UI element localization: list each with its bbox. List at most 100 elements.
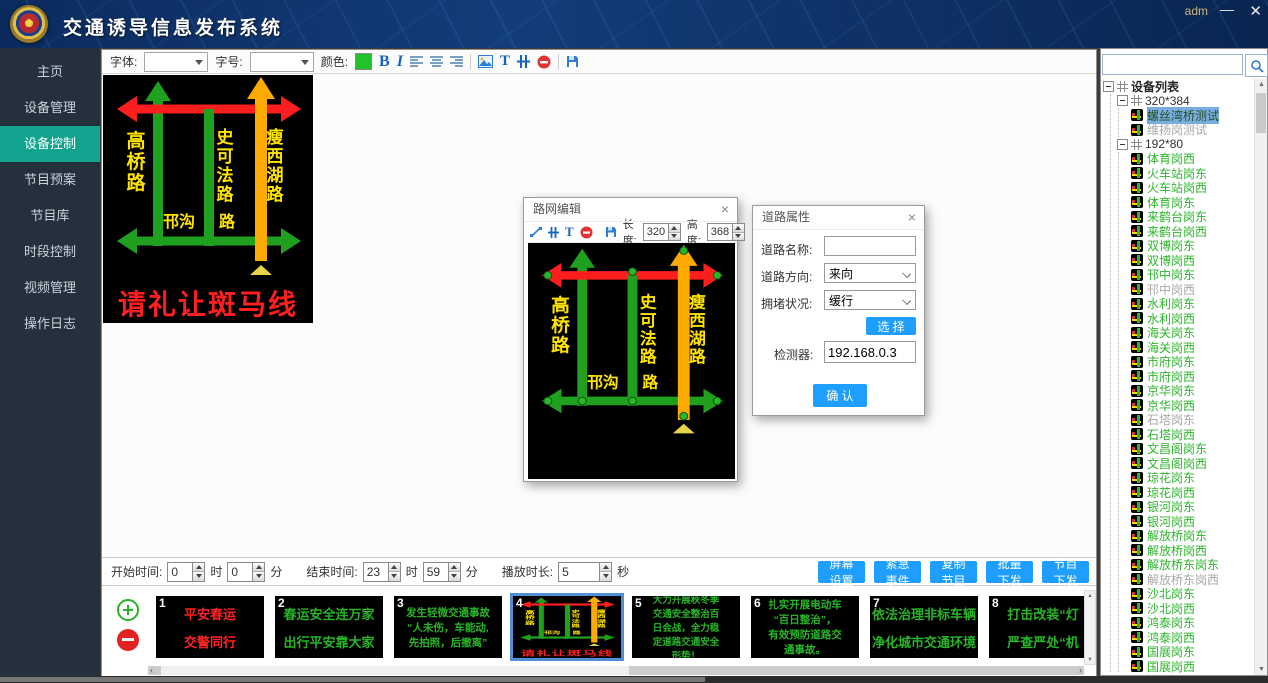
tree-device-维扬岗测试[interactable]: 维扬岗测试	[1119, 123, 1253, 138]
length-stepper[interactable]	[669, 223, 681, 241]
playlist-item-number: 4	[516, 596, 523, 610]
align-right-icon[interactable]	[450, 56, 463, 67]
delete-icon[interactable]	[580, 226, 593, 239]
scroll-right-icon[interactable]: ›	[1079, 665, 1082, 675]
confirm-button[interactable]: 确 认	[813, 384, 867, 407]
end-hour-input[interactable]: 23	[363, 562, 389, 582]
congestion-select[interactable]: 缓行	[824, 290, 916, 310]
tree-root-row[interactable]: 设备列表	[1103, 79, 1253, 94]
device-name[interactable]: 维扬岗测试	[1147, 121, 1207, 138]
playlist-item-text: 依法治理非标车辆净化城市交通环境	[870, 596, 978, 658]
playlist-item-number: 5	[635, 596, 642, 610]
road-direction-select[interactable]: 来向	[824, 263, 916, 283]
select-detector-button[interactable]: 选 择	[866, 317, 916, 335]
scroll-down-icon[interactable]: ▼	[1258, 666, 1265, 673]
height-input[interactable]: 368	[707, 223, 733, 241]
scroll-up-icon[interactable]: ▲	[1087, 592, 1093, 598]
font-dropdown[interactable]	[144, 52, 208, 72]
sidebar-item-7[interactable]: 视频管理	[0, 270, 100, 306]
playlist-item-8[interactable]: 8打击改装“灯严查严处“机	[989, 596, 1084, 658]
sidebar-item-5[interactable]: 节目库	[0, 198, 100, 234]
action-button-5[interactable]: 节目下发	[1042, 561, 1089, 583]
action-button-3[interactable]: 复制节目	[930, 561, 977, 583]
editor-toolbar: 字体: 字号: 颜色: B I T	[102, 50, 1096, 74]
playlist-item-5[interactable]: 5大力开展秋冬季交通安全整治百日会战，全力稳定道路交通安全形势！	[632, 596, 740, 658]
italic-button[interactable]: I	[397, 53, 403, 71]
close-icon[interactable]: ×	[721, 198, 729, 221]
tree-root-label[interactable]: 设备列表	[1131, 79, 1179, 95]
duration-stepper[interactable]	[600, 562, 612, 582]
text-tool-button[interactable]: T	[500, 53, 510, 70]
roadnet-canvas[interactable]: 高桥路史可法路瘦西湖路邗沟路	[528, 243, 735, 479]
device-search-input[interactable]	[1102, 54, 1243, 75]
scroll-up-icon[interactable]: ▲	[1258, 81, 1265, 88]
playlist-item-3[interactable]: 3发生轻微交通事故“人未伤，车能动,先拍照，后撤离”	[394, 596, 502, 658]
delete-icon[interactable]	[537, 55, 551, 69]
logged-in-user[interactable]: adm	[1185, 4, 1208, 18]
height-stepper[interactable]	[733, 223, 745, 241]
start-hour-stepper[interactable]	[193, 562, 205, 582]
playlist-item-2[interactable]: 2春运安全连万家出行平安靠大家	[275, 596, 383, 658]
scroll-down-icon[interactable]: ▼	[1087, 656, 1093, 662]
hour-unit-label: 时	[210, 563, 222, 580]
action-button-4[interactable]: 批量下发	[986, 561, 1033, 583]
sidebar-item-6[interactable]: 时段控制	[0, 234, 100, 270]
end-minute-input[interactable]: 59	[423, 562, 449, 582]
playlist-horizontal-scrollbar[interactable]: ‹ ›	[148, 666, 1084, 675]
tree-group-label[interactable]: 192*80	[1145, 137, 1183, 151]
action-button-2[interactable]: 紧急事件	[874, 561, 921, 583]
detector-input[interactable]	[824, 341, 916, 363]
duration-input[interactable]: 5	[558, 562, 600, 582]
window-horizontal-scrollbar[interactable]	[0, 676, 1268, 683]
expand-toggle-icon[interactable]	[1103, 81, 1114, 92]
sidebar-item-8[interactable]: 操作日志	[0, 306, 100, 342]
tree-device-国展岗西[interactable]: 国展岗西	[1119, 659, 1253, 673]
start-minute-input[interactable]: 0	[227, 562, 253, 582]
playlist-item-1[interactable]: 1平安春运交警同行	[156, 596, 264, 658]
sidebar-item-2[interactable]: 设备管理	[0, 90, 100, 126]
road-lanes-icon[interactable]	[548, 227, 559, 238]
sidebar-item-4[interactable]: 节目预案	[0, 162, 100, 198]
size-dropdown[interactable]	[250, 52, 314, 72]
end-hour-stepper[interactable]	[389, 562, 401, 582]
expand-toggle-icon[interactable]	[1117, 139, 1128, 150]
sign-preview[interactable]: 高桥路史可法路瘦西湖路邗沟路请礼让斑马线	[103, 75, 313, 323]
playlist-item-4[interactable]: 4高桥路史可法路瘦西湖路邗沟路请礼让斑马线	[510, 593, 624, 661]
search-button[interactable]	[1245, 54, 1268, 77]
start-hour-input[interactable]: 0	[167, 562, 193, 582]
bold-button[interactable]: B	[379, 53, 390, 71]
draw-line-icon[interactable]	[530, 226, 542, 238]
save-icon[interactable]	[605, 226, 617, 238]
action-button-1[interactable]: 屏幕设置	[818, 561, 865, 583]
color-swatch[interactable]	[355, 53, 372, 70]
device-tree-scrollbar[interactable]: ▲ ▼	[1254, 79, 1267, 675]
tree-group-label[interactable]: 320*384	[1145, 94, 1190, 108]
scrollbar-thumb[interactable]	[0, 677, 705, 682]
align-center-icon[interactable]	[430, 56, 443, 67]
scrollbar-thumb[interactable]	[161, 666, 629, 675]
sidebar-item-1[interactable]: 主页	[0, 54, 100, 90]
scroll-left-icon[interactable]: ‹	[150, 665, 153, 675]
close-icon[interactable]: ✕	[1249, 2, 1262, 20]
properties-dialog-titlebar[interactable]: 道路属性 ×	[753, 206, 924, 230]
end-minute-stepper[interactable]	[449, 562, 461, 582]
expand-toggle-icon[interactable]	[1117, 95, 1128, 106]
traffic-signal-icon	[1131, 457, 1143, 469]
start-minute-stepper[interactable]	[253, 562, 265, 582]
scrollbar-thumb[interactable]	[1256, 93, 1266, 133]
text-tool-button[interactable]: T	[565, 224, 574, 240]
playlist-item-7[interactable]: 7依法治理非标车辆净化城市交通环境	[870, 596, 978, 658]
length-input[interactable]: 320	[643, 223, 669, 241]
playlist-vertical-scrollbar[interactable]: ▲ ▼	[1084, 590, 1096, 665]
save-icon[interactable]	[566, 55, 579, 68]
insert-image-icon[interactable]	[478, 55, 493, 68]
road-lanes-icon[interactable]	[517, 55, 530, 68]
device-name[interactable]: 国展岗西	[1147, 658, 1195, 673]
close-icon[interactable]: ×	[908, 206, 916, 229]
roadnet-dialog-titlebar[interactable]: 路网编辑 ×	[524, 198, 737, 222]
road-name-input[interactable]	[824, 236, 916, 256]
playlist-item-6[interactable]: 6扎实开展电动车“百日整治”，有效预防道路交通事故。	[751, 596, 859, 658]
sidebar-item-3[interactable]: 设备控制	[0, 126, 100, 162]
align-left-icon[interactable]	[410, 56, 423, 67]
minimize-icon[interactable]: —	[1220, 1, 1234, 17]
